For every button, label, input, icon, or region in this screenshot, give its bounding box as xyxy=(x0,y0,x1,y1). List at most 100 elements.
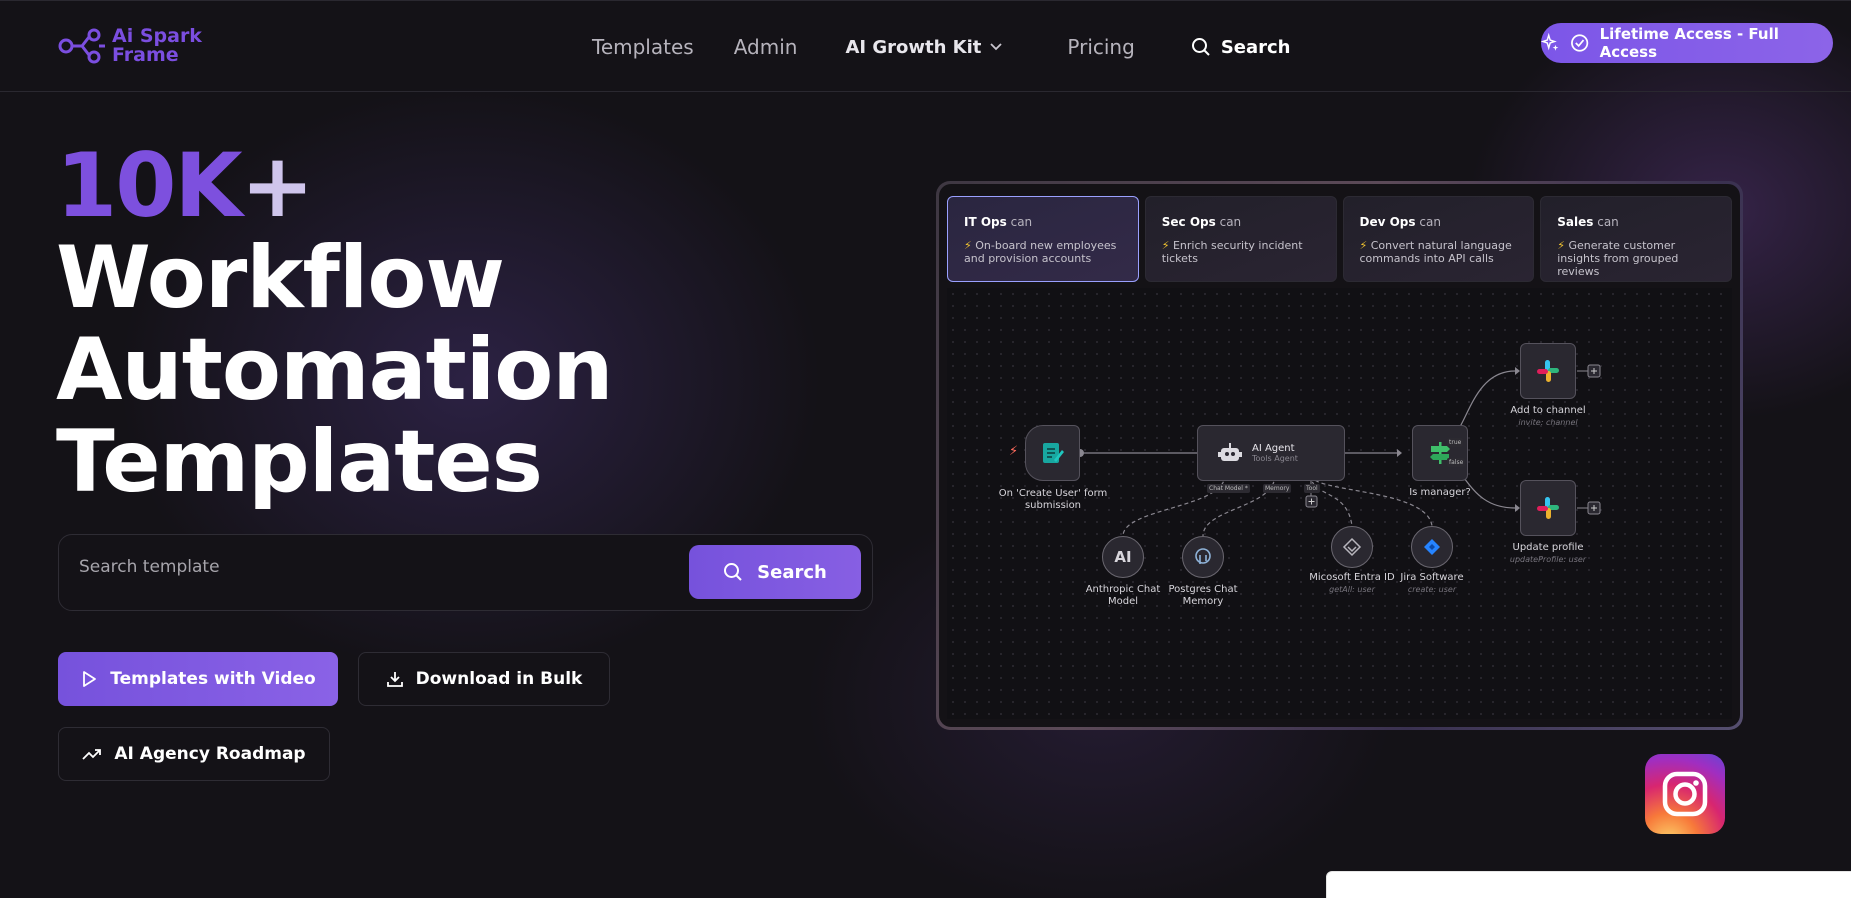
logo-text: Ai Spark Frame xyxy=(112,27,202,65)
tab-description: ⚡ Enrich security incident tickets xyxy=(1162,239,1320,265)
download-in-bulk-button[interactable]: Download in Bulk xyxy=(358,652,610,706)
lightning-icon: ⚡ xyxy=(1557,239,1565,252)
play-icon xyxy=(83,671,97,687)
node-anthropic-label: Anthropic Chat Model xyxy=(1085,584,1161,607)
tab-can: can xyxy=(1010,215,1033,229)
tab-heading: Dev Ops can xyxy=(1360,215,1518,229)
node-ai-agent[interactable]: AI Agent Tools Agent xyxy=(1197,425,1345,481)
node-is-manager-label: Is manager? xyxy=(1409,487,1471,498)
download-icon xyxy=(386,672,403,687)
site-header: Ai Spark Frame Templates Admin AI Growth… xyxy=(0,0,1851,92)
main-nav: Templates Admin AI Growth Kit Pricing Se… xyxy=(592,35,1291,59)
tab-can: can xyxy=(1419,215,1441,229)
tab-heading: Sec Ops can xyxy=(1162,215,1320,229)
tab-team: IT Ops xyxy=(964,215,1007,229)
lightning-icon: ⚡ xyxy=(964,239,972,252)
hero-title-line1: Workflow xyxy=(56,228,505,328)
node-postgres-label: Postgres Chat Memory xyxy=(1168,584,1238,607)
node-jira[interactable] xyxy=(1411,526,1453,568)
tab-team: Sales xyxy=(1557,215,1594,229)
robot-icon xyxy=(1218,443,1242,461)
search-icon xyxy=(724,563,742,581)
hero-title-line2: Automation xyxy=(56,320,614,420)
node-update-profile-subtitle: updateProfile: user xyxy=(1509,555,1587,564)
workflow-canvas[interactable]: ⚡ On 'Create User' form submission AI Ag… xyxy=(947,288,1732,719)
hero-title-line3: Templates xyxy=(56,412,543,512)
tab-heading: IT Ops can xyxy=(964,215,1122,229)
tab-dev-ops[interactable]: Dev Ops can ⚡ Convert natural language c… xyxy=(1342,196,1535,282)
nav-ai-growth-kit-label: AI Growth Kit xyxy=(845,36,982,58)
logo[interactable]: Ai Spark Frame xyxy=(58,27,202,65)
tab-description: ⚡ Convert natural language commands into… xyxy=(1360,239,1518,265)
node-anthropic[interactable]: AI xyxy=(1102,536,1144,578)
tab-description-text: Generate customer insights from grouped … xyxy=(1557,239,1679,278)
form-icon xyxy=(1042,443,1064,463)
port-chat-model: Chat Model * xyxy=(1207,484,1250,493)
search-icon xyxy=(1191,38,1210,56)
nav-admin[interactable]: Admin xyxy=(734,35,798,59)
jira-icon xyxy=(1424,539,1440,555)
node-jira-label: Jira Software xyxy=(1400,572,1464,583)
node-ai-agent-title: AI Agent xyxy=(1252,443,1295,454)
check-circle-icon xyxy=(1571,34,1589,52)
node-form-trigger[interactable] xyxy=(1025,425,1080,481)
tab-team: Dev Ops xyxy=(1359,215,1416,229)
workflow-panel: IT Ops can ⚡ On-board new employees and … xyxy=(939,184,1740,727)
port-true: true xyxy=(1447,438,1464,447)
node-form-trigger-label: On 'Create User' form submission xyxy=(998,488,1108,511)
sparkle-icon xyxy=(1541,33,1559,51)
lightning-icon: ⚡ xyxy=(1359,239,1368,252)
logo-icon xyxy=(58,28,105,64)
tab-team: Sec Ops xyxy=(1161,215,1216,229)
trigger-bolt-icon: ⚡ xyxy=(1009,444,1019,459)
logo-line2: Frame xyxy=(112,44,179,66)
lightning-icon: ⚡ xyxy=(1161,239,1170,252)
node-jira-subtitle: create: user xyxy=(1407,585,1457,594)
templates-with-video-label: Templates with Video xyxy=(110,669,316,689)
entra-icon xyxy=(1342,537,1362,557)
tab-description-text: Enrich security incident tickets xyxy=(1161,239,1303,265)
hero-title: Workflow Automation Templates xyxy=(56,228,614,512)
node-add-to-channel[interactable] xyxy=(1520,343,1576,399)
tab-sec-ops[interactable]: Sec Ops can ⚡ Enrich security incident t… xyxy=(1144,196,1337,282)
node-add-to-channel-label: Add to channel xyxy=(1510,405,1586,416)
tab-description: ⚡ On-board new employees and provision a… xyxy=(964,239,1122,265)
edge-tool-jira xyxy=(1310,474,1433,527)
slack-icon xyxy=(1537,360,1559,382)
port-false: false xyxy=(1447,458,1466,467)
ai-agency-roadmap-button[interactable]: AI Agency Roadmap xyxy=(58,727,330,781)
chevron-down-icon xyxy=(990,43,1003,51)
node-entra[interactable] xyxy=(1331,526,1373,568)
postgres-icon xyxy=(1195,548,1211,564)
node-ai-agent-subtitle: Tools Agent xyxy=(1252,454,1298,463)
search-input[interactable] xyxy=(79,549,679,585)
node-add-to-channel-subtitle: invite: channel xyxy=(1518,418,1578,427)
tab-it-ops[interactable]: IT Ops can ⚡ On-board new employees and … xyxy=(947,196,1139,282)
search-button-label: Search xyxy=(757,561,827,583)
instagram-button[interactable] xyxy=(1645,754,1725,834)
node-postgres[interactable] xyxy=(1182,536,1224,578)
lifetime-access-button[interactable]: Lifetime Access - Full Access xyxy=(1541,23,1833,63)
anthropic-icon: AI xyxy=(1114,548,1132,566)
hero-stat: 10K+ xyxy=(56,140,314,232)
hero-stat-plus: + xyxy=(240,134,315,237)
nav-pricing[interactable]: Pricing xyxy=(1067,35,1134,59)
ai-agency-roadmap-label: AI Agency Roadmap xyxy=(114,744,306,764)
tab-heading: Sales can xyxy=(1557,215,1715,229)
lifetime-access-label: Lifetime Access - Full Access xyxy=(1599,25,1779,61)
node-ai-agent-text: AI Agent Tools Agent xyxy=(1252,443,1298,463)
node-update-profile[interactable] xyxy=(1520,480,1576,536)
download-in-bulk-label: Download in Bulk xyxy=(415,669,583,689)
tab-can: can xyxy=(1597,215,1619,229)
templates-with-video-button[interactable]: Templates with Video xyxy=(58,652,338,706)
node-is-manager[interactable] xyxy=(1412,425,1468,481)
nav-ai-growth-kit[interactable]: AI Growth Kit xyxy=(845,37,1003,58)
workflow-preview: IT Ops can ⚡ On-board new employees and … xyxy=(936,181,1743,730)
nav-search-label: Search xyxy=(1220,36,1291,58)
port-tool: Tool xyxy=(1304,484,1320,493)
tab-sales[interactable]: Sales can ⚡ Generate customer insights f… xyxy=(1540,196,1732,282)
search-button[interactable]: Search xyxy=(689,545,861,599)
nav-templates[interactable]: Templates xyxy=(592,35,694,59)
bottom-floating-card xyxy=(1326,871,1851,898)
nav-search[interactable]: Search xyxy=(1191,37,1291,58)
